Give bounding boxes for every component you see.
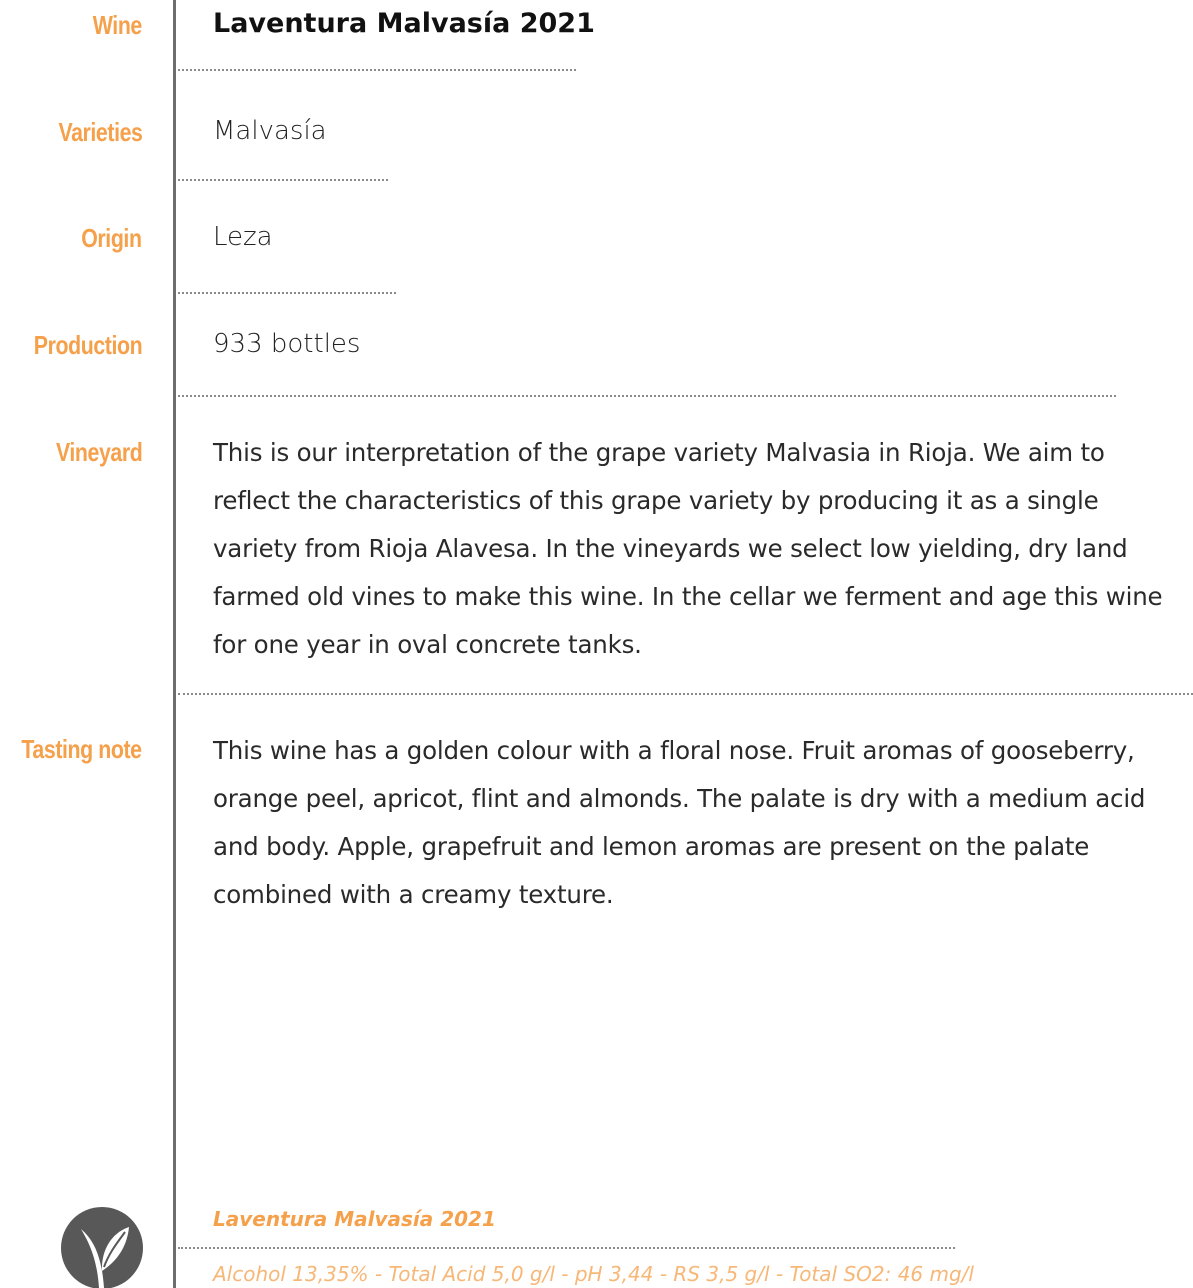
divider (178, 292, 396, 294)
vineyard-text: This is our interpretation of the grape … (213, 438, 1163, 659)
footer-wine-name: Laventura Malvasía 2021 (213, 1207, 496, 1231)
label-production: Production (33, 330, 143, 360)
label-vineyard: Vineyard (55, 437, 143, 467)
leaf-sprout-icon (61, 1207, 143, 1288)
divider (178, 179, 388, 181)
tasting-note-text: This wine has a golden colour with a flo… (213, 736, 1146, 909)
divider (178, 69, 576, 71)
label-origin: Origin (81, 223, 143, 253)
origin-value: Leza (213, 222, 273, 252)
divider (178, 693, 1193, 695)
label-tasting-note: Tasting note (21, 734, 143, 764)
label-varieties: Varieties (57, 117, 142, 147)
varieties-value: Malvasía (213, 116, 327, 146)
label-wine: Wine (92, 10, 143, 40)
vertical-divider (173, 0, 176, 1288)
divider (178, 1247, 955, 1249)
wine-name: Laventura Malvasía 2021 (213, 8, 595, 39)
footer-specs: Alcohol 13,35% - Total Acid 5,0 g/l - pH… (213, 1262, 974, 1286)
divider (178, 395, 1116, 397)
wine-sheet: Wine Laventura Malvasía 2021 Varieties M… (0, 0, 1193, 1288)
production-value: 933 bottles (213, 329, 361, 359)
